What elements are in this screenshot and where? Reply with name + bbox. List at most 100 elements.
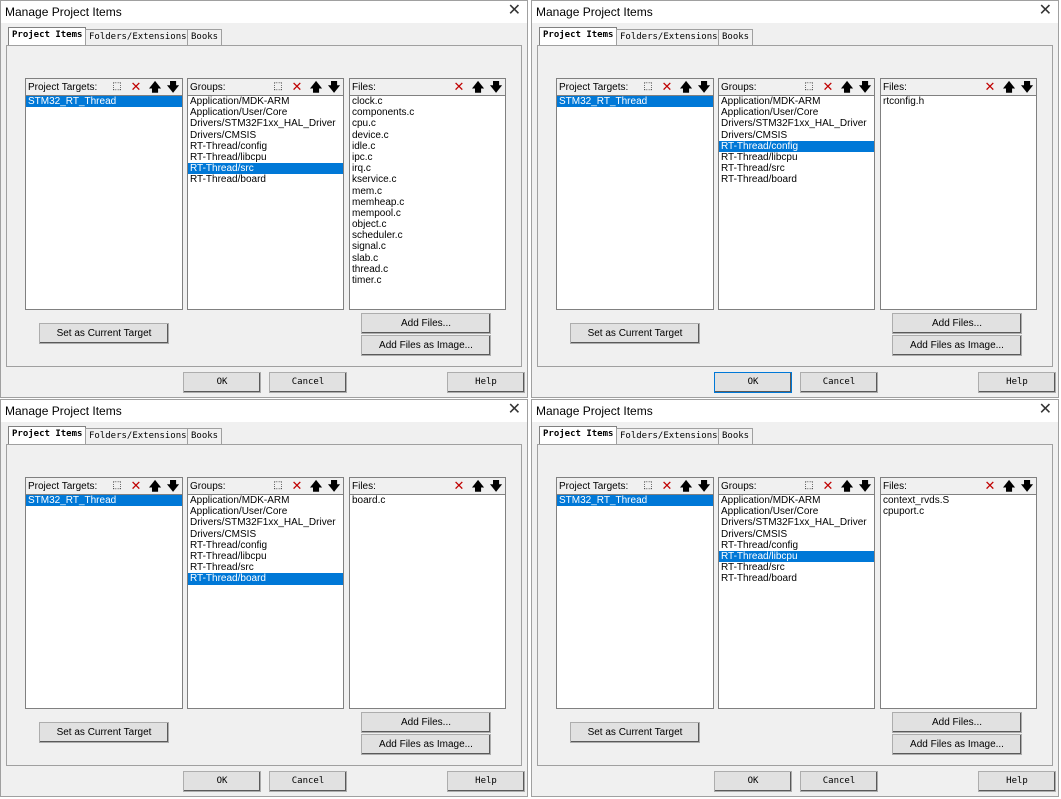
cancel-button[interactable]: Cancel <box>800 771 878 792</box>
group-item[interactable]: Drivers/CMSIS <box>719 529 874 540</box>
delete-group-icon[interactable]: ✕ <box>820 80 836 94</box>
move-group-down-icon[interactable]: 🡇 <box>857 479 873 493</box>
tab-folders-extensions[interactable]: Folders/Extensions <box>85 29 191 45</box>
file-item[interactable]: components.c <box>350 107 505 118</box>
move-file-up-icon[interactable]: 🡅 <box>1001 80 1017 94</box>
ok-button[interactable]: OK <box>714 372 792 393</box>
new-group-icon[interactable]: ⬚ <box>270 80 286 94</box>
files-listbox[interactable]: context_rvds.S cpuport.c <box>880 495 1037 709</box>
tab-folders-extensions[interactable]: Folders/Extensions <box>85 428 191 444</box>
target-item[interactable]: STM32_RT_Thread <box>557 495 713 507</box>
group-item[interactable]: Application/MDK-ARM <box>188 495 343 506</box>
add-files-button[interactable]: Add Files... <box>361 313 491 334</box>
group-item[interactable]: Application/User/Core <box>188 107 343 118</box>
group-item[interactable]: Application/User/Core <box>188 506 343 517</box>
new-target-icon[interactable]: ⬚ <box>109 479 125 493</box>
group-item[interactable]: Drivers/STM32F1xx_HAL_Driver <box>719 118 874 129</box>
file-item[interactable]: signal.c <box>350 241 505 252</box>
add-files-as-image-button[interactable]: Add Files as Image... <box>892 734 1022 755</box>
targets-listbox[interactable]: STM32_RT_Thread <box>25 495 183 709</box>
file-item[interactable]: rtconfig.h <box>881 96 1036 107</box>
tab-project-items[interactable]: Project Items <box>539 27 618 46</box>
move-file-up-icon[interactable]: 🡅 <box>1001 479 1017 493</box>
group-item[interactable]: Drivers/STM32F1xx_HAL_Driver <box>188 118 343 129</box>
group-item[interactable]: RT-Thread/src <box>188 562 343 573</box>
file-item[interactable]: memheap.c <box>350 197 505 208</box>
new-target-icon[interactable]: ⬚ <box>640 80 656 94</box>
delete-file-icon[interactable]: ✕ <box>451 80 467 94</box>
group-item[interactable]: Drivers/STM32F1xx_HAL_Driver <box>719 517 874 528</box>
delete-group-icon[interactable]: ✕ <box>820 479 836 493</box>
close-icon[interactable]: ✕ <box>508 401 521 419</box>
files-listbox[interactable]: clock.c components.c cpu.c device.c idle.c ip… <box>349 96 506 310</box>
move-file-down-icon[interactable]: 🡇 <box>1019 479 1035 493</box>
group-item[interactable]: RT-Thread/libcpu <box>719 152 874 163</box>
tab-folders-extensions[interactable]: Folders/Extensions <box>616 29 722 45</box>
group-item[interactable]: Drivers/CMSIS <box>188 529 343 540</box>
tab-books[interactable]: Books <box>187 428 223 444</box>
group-item[interactable]: Application/User/Core <box>719 107 874 118</box>
group-item[interactable]: RT-Thread/src <box>188 163 343 175</box>
delete-file-icon[interactable]: ✕ <box>451 479 467 493</box>
tab-project-items[interactable]: Project Items <box>8 426 87 445</box>
files-listbox[interactable]: rtconfig.h <box>880 96 1037 310</box>
set-as-current-target-button[interactable]: Set as Current Target <box>39 722 169 743</box>
group-item[interactable]: Application/MDK-ARM <box>188 96 343 107</box>
tab-folders-extensions[interactable]: Folders/Extensions <box>616 428 722 444</box>
file-item[interactable]: object.c <box>350 219 505 230</box>
group-item[interactable]: RT-Thread/config <box>188 141 343 152</box>
add-files-as-image-button[interactable]: Add Files as Image... <box>361 335 491 356</box>
ok-button[interactable]: OK <box>183 372 261 393</box>
file-item[interactable]: timer.c <box>350 275 505 286</box>
file-item[interactable]: cpu.c <box>350 118 505 129</box>
tab-project-items[interactable]: Project Items <box>539 426 618 445</box>
group-item[interactable]: RT-Thread/libcpu <box>188 152 343 163</box>
target-item[interactable]: STM32_RT_Thread <box>26 495 182 507</box>
move-file-up-icon[interactable]: 🡅 <box>470 479 486 493</box>
ok-button[interactable]: OK <box>714 771 792 792</box>
add-files-button[interactable]: Add Files... <box>892 712 1022 733</box>
target-item[interactable]: STM32_RT_Thread <box>557 96 713 108</box>
group-item[interactable]: Application/MDK-ARM <box>719 495 874 506</box>
add-files-as-image-button[interactable]: Add Files as Image... <box>361 734 491 755</box>
group-item[interactable]: RT-Thread/config <box>719 140 874 152</box>
group-item[interactable]: Application/User/Core <box>719 506 874 517</box>
move-target-up-icon[interactable]: 🡅 <box>678 479 694 493</box>
targets-listbox[interactable]: STM32_RT_Thread <box>556 495 714 709</box>
add-files-button[interactable]: Add Files... <box>361 712 491 733</box>
help-button[interactable]: Help <box>978 372 1056 393</box>
move-file-down-icon[interactable]: 🡇 <box>488 80 504 94</box>
set-as-current-target-button[interactable]: Set as Current Target <box>39 323 169 344</box>
file-item[interactable]: context_rvds.S <box>881 495 1036 506</box>
file-item[interactable]: thread.c <box>350 264 505 275</box>
file-item[interactable]: idle.c <box>350 141 505 152</box>
group-item[interactable]: Drivers/CMSIS <box>719 130 874 141</box>
group-item[interactable]: Drivers/STM32F1xx_HAL_Driver <box>188 517 343 528</box>
delete-group-icon[interactable]: ✕ <box>289 80 305 94</box>
move-target-up-icon[interactable]: 🡅 <box>147 80 163 94</box>
tab-books[interactable]: Books <box>718 29 754 45</box>
group-item[interactable]: Application/MDK-ARM <box>719 96 874 107</box>
move-group-up-icon[interactable]: 🡅 <box>839 80 855 94</box>
file-item[interactable]: slab.c <box>350 253 505 264</box>
file-item[interactable]: irq.c <box>350 163 505 174</box>
move-file-up-icon[interactable]: 🡅 <box>470 80 486 94</box>
tab-books[interactable]: Books <box>187 29 223 45</box>
move-target-down-icon[interactable]: 🡇 <box>165 80 181 94</box>
group-item[interactable]: RT-Thread/board <box>188 174 343 185</box>
move-group-up-icon[interactable]: 🡅 <box>839 479 855 493</box>
new-target-icon[interactable]: ⬚ <box>109 80 125 94</box>
tab-project-items[interactable]: Project Items <box>8 27 87 46</box>
cancel-button[interactable]: Cancel <box>269 771 347 792</box>
move-target-down-icon[interactable]: 🡇 <box>165 479 181 493</box>
group-item[interactable]: RT-Thread/config <box>188 540 343 551</box>
add-files-button[interactable]: Add Files... <box>892 313 1022 334</box>
ok-button[interactable]: OK <box>183 771 261 792</box>
file-item[interactable]: mem.c <box>350 186 505 197</box>
move-target-down-icon[interactable]: 🡇 <box>696 479 712 493</box>
help-button[interactable]: Help <box>447 771 525 792</box>
tab-books[interactable]: Books <box>718 428 754 444</box>
delete-file-icon[interactable]: ✕ <box>982 479 998 493</box>
delete-group-icon[interactable]: ✕ <box>289 479 305 493</box>
group-item[interactable]: RT-Thread/board <box>719 573 874 584</box>
